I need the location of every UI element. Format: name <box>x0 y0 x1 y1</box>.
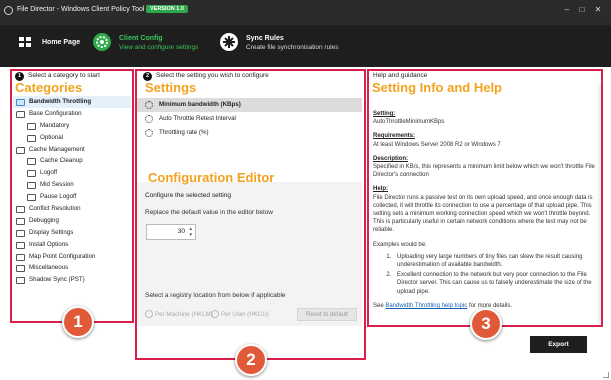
nav-sync-rules-subtitle: Create file synchronisation rules <box>246 44 339 51</box>
nav-home-title: Home Page <box>42 39 81 46</box>
close-button[interactable]: ✕ <box>591 4 605 16</box>
callout-3: 3 <box>470 308 502 340</box>
version-badge: VERSION 1.0 <box>146 5 188 13</box>
gear-icon <box>93 33 111 51</box>
resize-grip[interactable] <box>603 372 609 378</box>
export-button[interactable]: Export <box>530 336 587 353</box>
settings-highlight-box <box>135 69 366 360</box>
window-title: File Director - Windows Client Policy To… <box>17 6 145 13</box>
home-icon <box>16 33 34 51</box>
navigation-ribbon: Home Page Client Config View and configu… <box>0 25 611 67</box>
nav-home-page[interactable]: Home Page <box>16 33 86 61</box>
callout-2: 2 <box>235 344 267 376</box>
app-logo-icon <box>4 6 13 15</box>
sync-icon <box>220 33 238 51</box>
categories-highlight-box <box>10 69 134 323</box>
nav-sync-rules[interactable]: Sync Rules Create file synchronisation r… <box>220 33 350 61</box>
help-highlight-box <box>367 69 603 327</box>
callout-1: 1 <box>62 306 94 338</box>
nav-client-config-title: Client Config <box>119 35 163 42</box>
minimize-button[interactable]: – <box>560 4 574 16</box>
title-bar: File Director - Windows Client Policy To… <box>0 0 611 25</box>
maximize-button[interactable]: □ <box>575 4 589 16</box>
nav-client-config[interactable]: Client Config View and configure setting… <box>93 33 213 61</box>
nav-sync-rules-title: Sync Rules <box>246 35 284 42</box>
nav-client-config-subtitle: View and configure settings <box>119 44 199 51</box>
